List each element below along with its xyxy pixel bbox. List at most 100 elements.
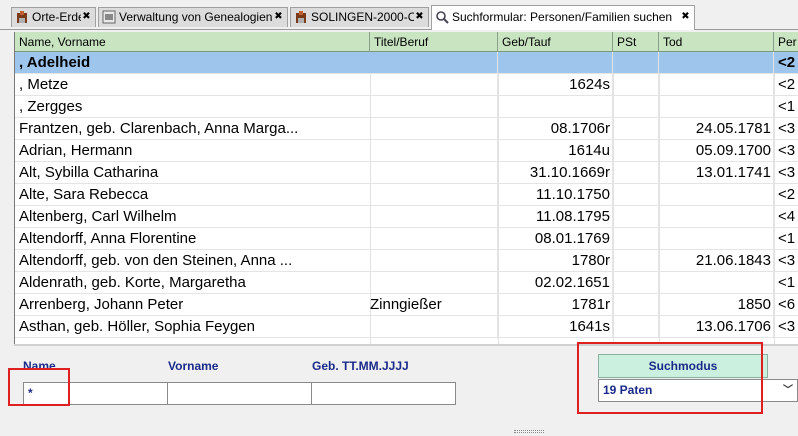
tree-icon [15,10,29,24]
table-row[interactable]: Alt, Sybilla Catharina 31.10.1669r 13.01.1… [15,162,798,184]
search-icon [435,10,449,24]
cell-pst [613,228,659,250]
close-icon[interactable]: ✖ [414,11,425,22]
chevron-down-icon[interactable]: ﹀ [783,380,793,401]
cell-name: Altendorff, geb. von den Steinen, Anna .… [19,252,293,269]
tab-bar: Orte-Erde ✖ Verwaltung von Genealogien ✖… [0,0,798,30]
cell-per: <3 [778,250,798,272]
cell-tod [659,272,774,294]
cell-name: Altenberg, Carl Wilhelm [19,208,177,225]
grid-body: , Adelheid <2, Metze 1624s <2, Zergges <1 Fra… [15,52,798,338]
cell-tod: 05.09.1700 [659,140,774,162]
cell-pst [613,184,659,206]
suchmodus-select[interactable]: 19 Paten ﹀ [598,379,798,402]
cell-geb: 1780r [498,250,613,272]
table-row[interactable]: Altenberg, Carl Wilhelm 11.08.1795 <4 [15,206,798,228]
cell-titel: Zinngießer [370,294,498,316]
cell-titel [370,272,498,294]
table-row[interactable]: Asthan, geb. Höller, Sophia Feygen 1641s 1… [15,316,798,338]
vorname-input[interactable] [167,382,312,405]
cell-tod: 13.06.1706 [659,316,774,338]
cell-geb: 1624s [498,74,613,96]
grid-header: Name, Vorname Titel/Beruf Geb/Tauf PSt T… [15,32,798,52]
table-row[interactable]: Arrenberg, Johann Peter Zinngießer 1781r 18… [15,294,798,316]
tab-label: SOLINGEN-2000-Or [311,10,422,24]
cell-name: Alte, Sara Rebecca [19,186,149,203]
cell-name: Frantzen, geb. Clarenbach, Anna Marga... [19,120,299,137]
cell-titel [370,250,498,272]
cell-titel [370,206,498,228]
cell-pst [613,96,659,118]
cell-pst [613,250,659,272]
tree-icon [294,10,308,24]
geb-label: Geb. TT.MM.JJJJ [312,359,409,373]
table-row[interactable]: Altendorff, Anna Florentine 08.01.1769 <1 [15,228,798,250]
cell-titel [370,96,498,118]
cell-per: <3 [778,140,798,162]
cell-pst [613,272,659,294]
tab-label: Orte-Erde [32,10,85,24]
cell-name: Adrian, Hermann [19,142,133,159]
tab-solingen[interactable]: SOLINGEN-2000-Or ✖ [290,7,429,27]
cell-name: Asthan, geb. Höller, Sophia Feygen [19,318,255,335]
cell-per: <6 [778,294,798,316]
cell-geb: 1781r [498,294,613,316]
name-input[interactable]: * [23,382,168,405]
tab-suchformular[interactable]: Suchformular: Personen/Familien suchen ✖ [431,5,695,30]
vorname-label: Vorname [168,359,219,373]
tab-label: Verwaltung von Genealogien [119,10,273,24]
table-row[interactable]: , Zergges <1 [15,96,798,118]
table-row[interactable]: Alte, Sara Rebecca 11.10.1750 <2 [15,184,798,206]
cell-titel [370,52,498,74]
cell-per: <3 [778,316,798,338]
cell-tod: 13.01.1741 [659,162,774,184]
column-header-geb[interactable]: Geb/Tauf [498,32,613,52]
cell-name: , Zergges [19,98,83,115]
cell-name: Arrenberg, Johann Peter [19,296,184,313]
cell-tod [659,52,774,74]
table-row-selected[interactable]: , Adelheid <2 [15,52,798,74]
cell-name: Altendorff, Anna Florentine [19,230,197,247]
tab-orte-erde[interactable]: Orte-Erde ✖ [11,7,96,27]
column-header-tod[interactable]: Tod [659,32,774,52]
cell-titel [370,184,498,206]
results-grid[interactable]: Name, Vorname Titel/Beruf Geb/Tauf PSt T… [14,32,798,344]
cell-geb: 1614u [498,140,613,162]
close-icon[interactable]: ✖ [273,11,284,22]
geb-date-input[interactable] [311,382,456,405]
column-header-pst[interactable]: PSt [613,32,659,52]
suchmodus-button[interactable]: Suchmodus [598,354,768,378]
table-row[interactable]: Altendorff, geb. von den Steinen, Anna .… [15,250,798,272]
cell-per: <2 [778,74,798,96]
cell-geb: 02.02.1651 [498,272,613,294]
cell-tod: 24.05.1781 [659,118,774,140]
column-header-name[interactable]: Name, Vorname [15,32,370,52]
column-header-titel[interactable]: Titel/Beruf [370,32,498,52]
cell-pst [613,140,659,162]
cell-per: <1 [778,228,798,250]
search-panel: Name Vorname Geb. TT.MM.JJJJ * Suchmodus… [14,344,798,430]
cell-pst [613,52,659,74]
cell-titel [370,140,498,162]
cell-per: <3 [778,162,798,184]
table-row[interactable]: Frantzen, geb. Clarenbach, Anna Marga...… [15,118,798,140]
close-icon[interactable]: ✖ [680,11,691,22]
cell-tod: 21.06.1843 [659,250,774,272]
tab-verwaltung[interactable]: Verwaltung von Genealogien ✖ [98,7,288,27]
cell-pst [613,206,659,228]
cell-titel [370,74,498,96]
cell-tod [659,228,774,250]
resize-grip[interactable] [514,430,544,433]
cell-per: <2 [778,52,798,74]
table-row[interactable]: Adrian, Hermann 1614u 05.09.1700 <3 [15,140,798,162]
table-row[interactable]: , Metze 1624s <2 [15,74,798,96]
cell-per: <1 [778,272,798,294]
cell-per: <1 [778,96,798,118]
close-icon[interactable]: ✖ [81,11,92,22]
name-label: Name [23,359,56,373]
cell-titel [370,228,498,250]
cell-pst [613,118,659,140]
column-header-per[interactable]: Per [774,32,798,52]
table-row[interactable]: Aldenrath, geb. Korte, Margaretha 02.02.1… [15,272,798,294]
cell-per: <2 [778,184,798,206]
